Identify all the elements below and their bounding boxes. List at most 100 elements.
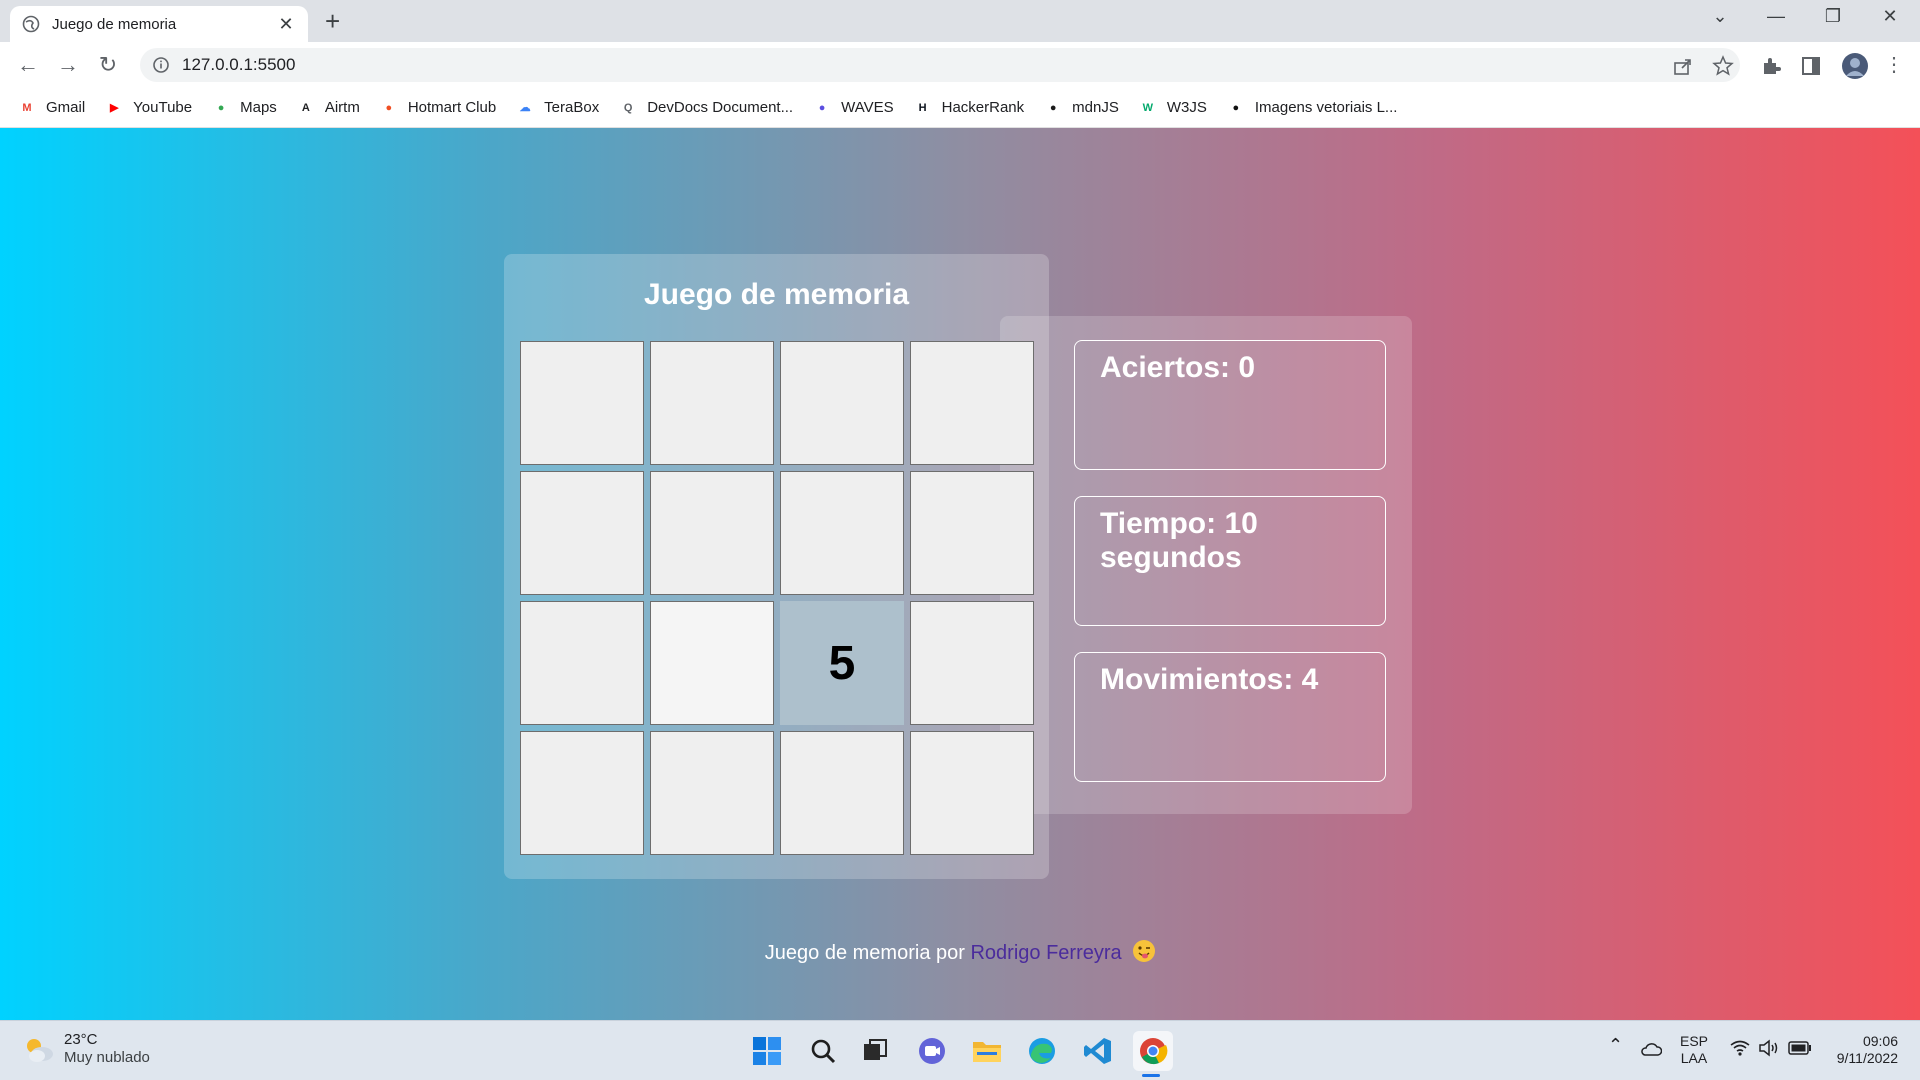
bookmark-hotmart-club[interactable]: ● Hotmart Club xyxy=(380,99,496,117)
chevron-up-icon[interactable]: ⌃ xyxy=(1608,1036,1623,1054)
partly-cloudy-icon xyxy=(27,1039,53,1062)
bookmark-label: mdnJS xyxy=(1072,99,1119,116)
memory-card[interactable]: 5 xyxy=(780,601,904,725)
mdn-icon: ● xyxy=(1049,101,1057,114)
memory-card[interactable] xyxy=(650,341,774,465)
memory-card[interactable] xyxy=(780,471,904,595)
memory-card[interactable] xyxy=(520,601,644,725)
extensions-icon[interactable] xyxy=(1760,55,1782,77)
memory-card[interactable] xyxy=(780,341,904,465)
back-icon[interactable]: ← xyxy=(14,52,42,78)
card-grid: 5 xyxy=(520,341,1034,855)
memory-card[interactable] xyxy=(520,341,644,465)
close-window-button[interactable]: ✕ xyxy=(1870,6,1910,27)
footer-text: Juego de memoria por xyxy=(764,942,971,964)
bookmark-airtm[interactable]: A Airtm xyxy=(297,99,360,117)
language-code: ESP xyxy=(1680,1033,1709,1049)
memory-card[interactable] xyxy=(650,731,774,855)
memory-card[interactable] xyxy=(780,731,904,855)
profile-avatar[interactable] xyxy=(1841,52,1869,80)
weather-widget[interactable]: 23°C Muy nublado xyxy=(22,1031,150,1067)
memory-card[interactable] xyxy=(910,471,1034,595)
tab-search-icon[interactable]: ⌄ xyxy=(1700,6,1740,27)
time-counter: Tiempo: 10 segundos xyxy=(1074,496,1386,626)
side-panel-icon[interactable] xyxy=(1800,55,1822,77)
author-link[interactable]: Rodrigo Ferreyra xyxy=(970,942,1121,964)
edge-browser-icon[interactable] xyxy=(1024,1033,1060,1069)
windows-start-icon[interactable] xyxy=(749,1033,785,1069)
new-tab-button[interactable]: + xyxy=(325,7,340,35)
tab-strip: Juego de memoria ✕ + ⌄ — ❐ ✕ xyxy=(0,0,1920,42)
reload-icon[interactable]: ↻ xyxy=(94,52,122,78)
memory-card[interactable] xyxy=(910,341,1034,465)
browser-tab[interactable]: Juego de memoria ✕ xyxy=(10,6,308,42)
bookmark-w3js[interactable]: W W3JS xyxy=(1139,99,1207,117)
bookmark-hackerrank[interactable]: H HackerRank xyxy=(914,99,1025,117)
chrome-icon[interactable] xyxy=(1133,1031,1173,1071)
bookmark-imagens-vetoriais-l[interactable]: ● Imagens vetoriais L... xyxy=(1227,99,1398,117)
bookmark-label: Gmail xyxy=(46,99,86,116)
bookmark-devdocs-document[interactable]: Q DevDocs Document... xyxy=(619,99,793,117)
bookmark-waves[interactable]: ● WAVES xyxy=(813,99,894,117)
share-icon[interactable] xyxy=(1672,55,1694,77)
info-icon[interactable] xyxy=(152,56,170,74)
clock-date: 9/11/2022 xyxy=(1836,1050,1898,1066)
menu-icon[interactable]: ⋮ xyxy=(1880,52,1908,78)
volume-icon[interactable] xyxy=(1758,1039,1780,1057)
memory-card[interactable] xyxy=(650,601,774,725)
battery-icon[interactable] xyxy=(1788,1041,1812,1055)
language-indicator[interactable]: ESP LAA xyxy=(1680,1033,1708,1067)
hits-counter: Aciertos: 0 xyxy=(1074,340,1386,470)
memory-card[interactable] xyxy=(520,731,644,855)
bookmarks-bar: M Gmail ▶ YouTube ● Maps A Airtm ● Hotmart Club ☁ T… xyxy=(0,88,1920,128)
address-bar[interactable]: 127.0.0.1:5500 xyxy=(140,48,1740,82)
bookmark-mdnjs[interactable]: ● mdnJS xyxy=(1044,99,1119,117)
youtube-icon: ▶ xyxy=(109,102,119,114)
vector-icon: ● xyxy=(1232,101,1240,114)
close-tab-icon[interactable]: ✕ xyxy=(276,14,296,35)
terabox-icon: ☁ xyxy=(519,102,531,114)
clock[interactable]: 09:06 9/11/2022 xyxy=(1830,1033,1898,1067)
memory-card[interactable] xyxy=(520,471,644,595)
minimize-button[interactable]: — xyxy=(1756,6,1796,27)
bookmark-maps[interactable]: ● Maps xyxy=(212,99,277,117)
wifi-icon[interactable] xyxy=(1729,1039,1751,1057)
keyboard-layout: LAA xyxy=(1680,1050,1708,1066)
task-view-icon[interactable] xyxy=(857,1033,893,1069)
winking-tongue-emoji-icon xyxy=(1133,940,1156,962)
teams-chat-icon[interactable] xyxy=(914,1033,950,1069)
vscode-icon[interactable] xyxy=(1080,1033,1116,1069)
bookmark-terabox[interactable]: ☁ TeraBox xyxy=(516,99,600,117)
game-title: Juego de memoria xyxy=(643,278,910,311)
forward-icon[interactable]: → xyxy=(54,52,82,78)
onedrive-cloud-icon[interactable] xyxy=(1640,1041,1662,1057)
bookmark-star-icon[interactable] xyxy=(1712,55,1734,77)
gmail-icon: M xyxy=(22,101,32,114)
memory-card[interactable] xyxy=(910,601,1034,725)
bookmark-label: Airtm xyxy=(324,99,360,116)
active-app-indicator xyxy=(1142,1074,1160,1077)
maps-icon: ● xyxy=(217,101,225,114)
url-text: 127.0.0.1:5500 xyxy=(182,55,296,74)
restore-button[interactable]: ❐ xyxy=(1813,6,1853,27)
clock-time: 09:06 xyxy=(1862,1033,1898,1049)
search-icon[interactable] xyxy=(805,1033,841,1069)
bookmark-label: YouTube xyxy=(133,99,193,116)
memory-card[interactable] xyxy=(650,471,774,595)
bookmark-label: Imagens vetoriais L... xyxy=(1254,99,1398,116)
bookmark-gmail[interactable]: M Gmail xyxy=(18,99,85,117)
bookmark-label: Hotmart Club xyxy=(407,99,497,116)
bookmark-label: Maps xyxy=(240,99,277,116)
footer: Juego de memoria por Rodrigo Ferreyra xyxy=(0,940,1920,965)
bookmark-label: W3JS xyxy=(1166,99,1207,116)
memory-card[interactable] xyxy=(910,731,1034,855)
w3-icon: W xyxy=(1142,101,1154,114)
bookmark-youtube[interactable]: ▶ YouTube xyxy=(105,99,192,117)
file-explorer-icon[interactable] xyxy=(969,1033,1005,1069)
bookmark-label: TeraBox xyxy=(544,99,600,116)
bookmark-label: DevDocs Document... xyxy=(647,99,794,116)
hackerrank-icon: H xyxy=(918,101,927,114)
windows-taskbar: 23°C Muy nublado ⌃ ESP LAA 09:06 9/11/20… xyxy=(0,1020,1920,1080)
weather-description: Muy nublado xyxy=(64,1049,150,1066)
globe-icon xyxy=(22,15,40,33)
